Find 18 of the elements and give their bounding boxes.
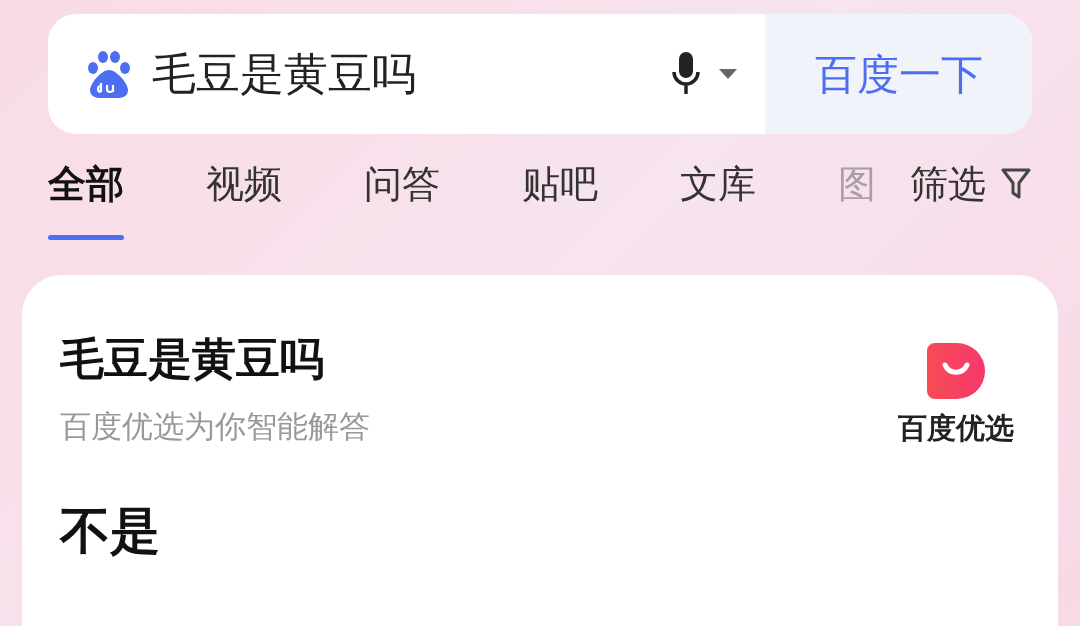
filter-button[interactable]: 筛选 [910, 158, 1032, 210]
brand-name: 百度优选 [898, 410, 1014, 447]
search-field[interactable]: 毛豆是黄豆吗 [152, 41, 671, 107]
tab[interactable]: 视频 [206, 158, 282, 240]
card-subtitle: 百度优选为你智能解答 [60, 407, 371, 446]
tab[interactable]: 全部 [48, 158, 124, 240]
dropdown-caret-icon[interactable] [719, 69, 737, 79]
search-button[interactable]: 百度一下 [765, 14, 1032, 134]
search-bar[interactable]: 毛豆是黄豆吗 百度一下 [48, 14, 1032, 134]
tab[interactable]: 贴吧 [522, 158, 598, 240]
microphone-icon[interactable] [671, 52, 701, 96]
smile-logo-icon [927, 343, 985, 399]
answer-text: 不是 [60, 500, 160, 562]
card-title: 毛豆是黄豆吗 [60, 332, 325, 386]
tab[interactable]: 问答 [364, 158, 440, 240]
paw-logo-icon [86, 50, 132, 98]
filter-icon [1000, 167, 1032, 201]
tab[interactable]: 文库 [680, 158, 756, 240]
